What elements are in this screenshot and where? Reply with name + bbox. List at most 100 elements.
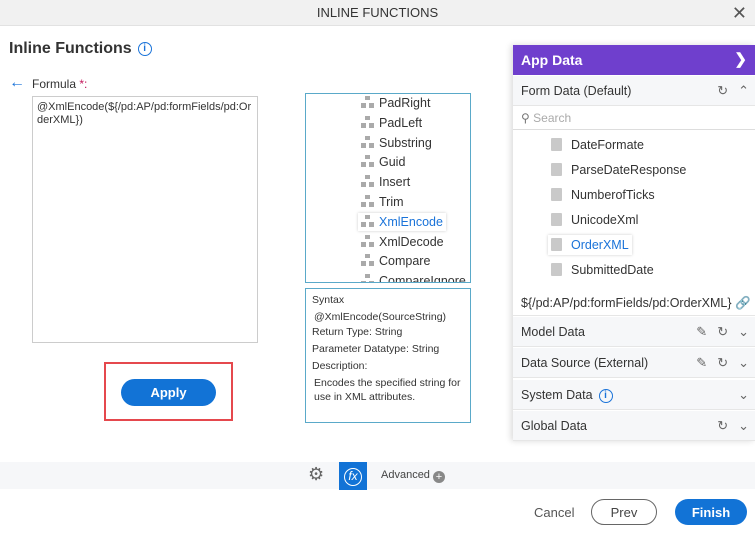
selected-path-text: ${/pd:AP/pd:formFields/pd:OrderXML} [521, 296, 732, 310]
data-field-item[interactable]: SubmittedDate [548, 260, 657, 280]
apply-button[interactable]: Apply [121, 379, 216, 406]
section-label: System Data [521, 388, 593, 402]
page-title-text: Inline Functions [9, 40, 132, 57]
description-label: Description: [312, 360, 368, 372]
function-item-label: CompareIgnore... [379, 274, 471, 283]
dialog-title: INLINE FUNCTIONS [316, 5, 439, 20]
function-item-label: Trim [379, 195, 404, 209]
chevron-up-icon[interactable]: ⌃ [738, 83, 749, 98]
formula-label: Formula *: [32, 77, 87, 91]
search-field[interactable]: ⚲ Search [513, 106, 755, 130]
chevron-down-icon[interactable]: ⌄ [738, 355, 749, 370]
function-item[interactable]: XmlDecode [358, 233, 447, 251]
advanced-toggle[interactable]: Advanced + [381, 469, 445, 483]
search-icon: ⚲ [521, 111, 530, 125]
data-field-label: OrderXML [571, 238, 629, 252]
dialog-title-bar: INLINE FUNCTIONS [0, 0, 755, 26]
refresh-icon[interactable]: ↻ [717, 418, 728, 433]
data-field-item[interactable]: OrderXML [548, 235, 632, 255]
function-item-label: XmlEncode [379, 214, 443, 229]
function-item-label: PadRight [379, 96, 431, 110]
form-data-label: Form Data (Default) [521, 84, 632, 98]
plus-icon[interactable]: + [432, 471, 445, 483]
data-field-label: UnicodeXml [571, 213, 639, 227]
syntax-signature: @XmlEncode(SourceString) [314, 311, 447, 323]
formula-label-text: Formula [32, 77, 77, 91]
search-placeholder: Search [533, 111, 572, 125]
edit-icon[interactable]: ✎ [696, 355, 707, 370]
function-tree-icon [361, 274, 374, 282]
field-icon [551, 188, 562, 201]
field-icon [551, 163, 562, 176]
prev-button[interactable]: Prev [591, 499, 657, 525]
function-item[interactable]: Substring [358, 134, 435, 152]
app-data-panel: App Data ❯ Form Data (Default) ↻ ⌃ ⚲ Search… [513, 45, 755, 441]
chevron-down-icon[interactable]: ⌄ [738, 418, 749, 433]
app-data-title: App Data [521, 52, 583, 68]
function-tree-icon [361, 96, 374, 108]
param-type-label: Parameter Datatype: [312, 343, 409, 355]
section-data-source-external[interactable]: Data Source (External) ✎ ↻ ⌄ [513, 348, 755, 378]
info-icon[interactable]: i [598, 388, 613, 403]
function-item[interactable]: Guid [358, 153, 408, 171]
advanced-label: Advanced [381, 469, 430, 481]
gear-icon[interactable]: ⚙ [308, 464, 324, 485]
section-system-data[interactable]: System Data i ⌄ [513, 380, 755, 410]
refresh-icon[interactable]: ↻ [717, 83, 728, 98]
chevron-down-icon[interactable]: ⌄ [738, 387, 749, 402]
data-field-item[interactable]: DateFormate [548, 135, 647, 155]
close-icon[interactable]: ✕ [732, 0, 747, 26]
chevron-down-icon[interactable]: ⌄ [738, 324, 749, 339]
refresh-icon[interactable]: ↻ [717, 324, 728, 339]
function-tree-icon [361, 195, 374, 207]
chevron-right-icon[interactable]: ❯ [734, 45, 747, 75]
function-tree-icon [361, 214, 374, 227]
function-tree-icon [361, 135, 374, 148]
function-item[interactable]: Compare [358, 252, 433, 270]
function-item[interactable]: Insert [358, 173, 413, 191]
syntax-panel: Syntax @XmlEncode(SourceString) Return T… [305, 288, 471, 423]
required-marker: *: [79, 77, 88, 91]
data-field-item[interactable]: NumberofTicks [548, 185, 658, 205]
data-field-label: SubmittedDate [571, 263, 654, 277]
function-item[interactable]: Trim [358, 193, 407, 211]
function-tree-icon [361, 254, 374, 267]
formula-input[interactable]: @XmlEncode(${/pd:AP/pd:formFields/pd:Ord… [32, 96, 258, 343]
section-label: Global Data [521, 419, 588, 433]
function-item[interactable]: CompareIgnore... [358, 272, 471, 283]
data-field-label: ParseDateResponse [571, 163, 687, 177]
function-item[interactable]: PadRight [358, 94, 433, 112]
function-item[interactable]: PadLeft [358, 114, 425, 132]
cancel-button[interactable]: Cancel [534, 505, 574, 520]
footer-toolbar [0, 462, 755, 489]
section-label: Data Source (External) [521, 356, 649, 370]
function-item-label: Insert [379, 175, 411, 190]
field-icon [551, 213, 562, 226]
fx-label: fx [344, 468, 362, 486]
edit-icon[interactable]: ✎ [696, 324, 707, 339]
data-field-item[interactable]: ParseDateResponse [548, 160, 689, 180]
param-type-value: String [411, 343, 440, 355]
description-text: Encodes the specified string for use in … [314, 377, 461, 403]
function-item[interactable]: XmlEncode [358, 212, 446, 231]
selected-path: ${/pd:AP/pd:formFields/pd:OrderXML} 🔗 [513, 291, 755, 316]
info-icon[interactable]: i [137, 41, 152, 56]
function-item-label: PadLeft [379, 115, 423, 130]
back-arrow-icon[interactable]: ← [9, 74, 25, 92]
function-list[interactable]: PadRight PadLeft Substring Guid Insert Trim Xm… [305, 93, 471, 283]
section-model-data[interactable]: Model Data ✎ ↻ ⌄ [513, 317, 755, 347]
app-data-header: App Data ❯ [513, 45, 755, 75]
data-field-item[interactable]: UnicodeXml [548, 210, 641, 230]
function-item-label: Compare [379, 254, 431, 269]
function-icon-button[interactable]: fx [339, 462, 367, 490]
function-tree-icon [361, 175, 374, 188]
page-title: Inline Functions i [9, 40, 152, 58]
section-global-data[interactable]: Global Data ↻ ⌄ [513, 411, 755, 441]
function-tree-icon [361, 115, 374, 128]
form-data-section[interactable]: Form Data (Default) ↻ ⌃ [513, 76, 755, 106]
data-field-label: DateFormate [571, 138, 644, 152]
function-item-label: Substring [379, 135, 432, 150]
finish-button[interactable]: Finish [675, 499, 747, 525]
link-icon[interactable]: 🔗 [733, 291, 751, 315]
refresh-icon[interactable]: ↻ [717, 355, 728, 370]
